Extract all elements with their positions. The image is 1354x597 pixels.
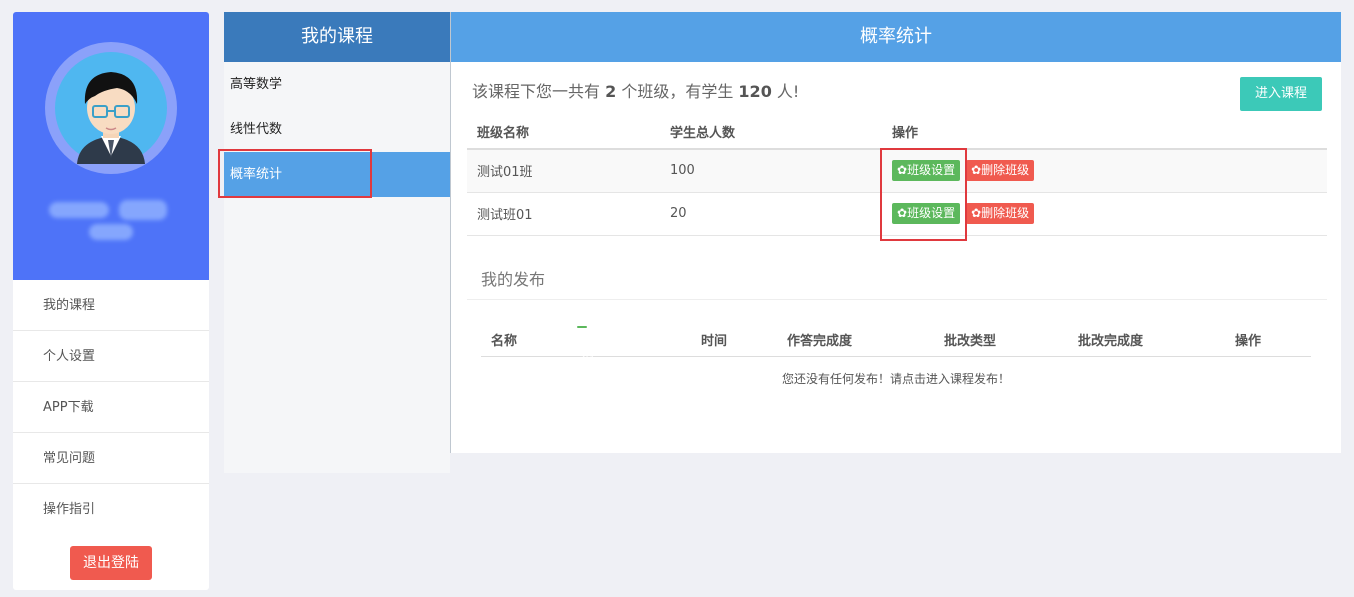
class-settings-label: 班级设置 — [907, 163, 956, 178]
course-item-linear-algebra[interactable]: 线性代数 — [224, 107, 450, 152]
gear-icon: ✿ — [971, 163, 982, 178]
publish-empty-message: 您还没有任何发布！请点击进入课程发布！ — [781, 372, 1010, 386]
class-settings-label: 班级设置 — [907, 206, 956, 220]
course-item-probability[interactable]: 概率统计 — [224, 152, 450, 197]
class-name-cell: 测试01班 — [467, 149, 660, 193]
col-publish-time: 时间 — [701, 334, 728, 349]
col-publish-operations: 操作 — [1235, 334, 1262, 349]
delete-class-button[interactable]: ✿删除班级 — [966, 160, 1035, 182]
class-summary: 该课程下您一共有 2 个班级，有学生 120 人! — [472, 78, 799, 102]
col-class-name: 班级名称 — [467, 115, 660, 150]
profile-header — [13, 12, 209, 280]
class-settings-button[interactable]: ✿班级设置 — [892, 203, 961, 224]
student-count-cell: 20 — [660, 192, 882, 236]
class-table: 班级名称 学生总人数 操作 测试01班 100 ✿班级设置 ✿删除班级 测试班01… — [467, 115, 1327, 236]
operations-cell: ✿班级设置 ✿删除班级 — [882, 149, 1327, 193]
delete-class-label: 删除班级 — [981, 206, 1030, 220]
my-publish-title: 我的发布 — [481, 270, 546, 289]
side-menu-personal-settings[interactable]: 个人设置 — [13, 331, 209, 382]
summary-mid: 个班级，有学生 — [616, 82, 739, 101]
class-settings-button[interactable]: ✿班级设置 — [892, 160, 961, 182]
publish-table-header: 名称 类型 ▾ 时间 作答完成度 批改类型 批改完成度 操作 — [481, 325, 1311, 364]
avatar — [45, 42, 177, 174]
course-detail-title: 概率统计 — [451, 12, 1341, 62]
col-student-count: 学生总人数 — [660, 115, 882, 150]
side-menu-faq[interactable]: 常见问题 — [13, 433, 209, 484]
caret-down-icon: ▾ — [582, 331, 589, 345]
summary-suffix: 人! — [771, 82, 800, 101]
summary-class-count: 2 — [605, 82, 617, 101]
summary-student-count: 120 — [738, 82, 772, 101]
col-grade-progress: 批改完成度 — [1078, 334, 1144, 349]
side-menu: 我的课程 个人设置 APP下载 常见问题 操作指引 — [13, 280, 209, 535]
col-grade-type: 批改类型 — [944, 334, 997, 349]
side-menu-app-download[interactable]: APP下载 — [13, 382, 209, 433]
class-table-header: 班级名称 学生总人数 操作 — [467, 115, 1327, 150]
gear-icon: ✿ — [897, 163, 908, 178]
table-row: 测试01班 100 ✿班级设置 ✿删除班级 — [467, 149, 1327, 193]
side-menu-guide[interactable]: 操作指引 — [13, 484, 209, 535]
student-count-cell: 100 — [660, 149, 882, 193]
enter-course-button[interactable]: 进入课程 — [1240, 77, 1322, 111]
class-name-cell: 测试班01 — [467, 192, 660, 236]
course-list-panel: 我的课程 高等数学 线性代数 概率统计 — [224, 12, 450, 473]
summary-prefix: 该课程下您一共有 — [472, 82, 606, 101]
course-list-title: 我的课程 — [224, 12, 450, 62]
col-operations: 操作 — [882, 115, 1327, 150]
divider — [467, 299, 1327, 300]
delete-class-label: 删除班级 — [981, 163, 1030, 178]
type-filter-dropdown[interactable]: 类型 ▾ — [577, 326, 594, 364]
blurred-username — [49, 202, 109, 218]
col-publish-name: 名称 — [491, 334, 518, 349]
profile-panel: 我的课程 个人设置 APP下载 常见问题 操作指引 退出登陆 — [13, 12, 209, 590]
gear-icon: ✿ — [897, 206, 908, 220]
operations-cell: ✿班级设置 ✿删除班级 — [882, 192, 1327, 236]
col-answer-progress: 作答完成度 — [787, 334, 853, 349]
side-menu-my-courses[interactable]: 我的课程 — [13, 280, 209, 331]
avatar-illustration-icon — [55, 52, 167, 164]
course-detail-panel: 概率统计 该课程下您一共有 2 个班级，有学生 120 人! 进入课程 班级名称… — [450, 12, 1341, 453]
course-item-advanced-math[interactable]: 高等数学 — [224, 62, 450, 107]
blurred-username-2 — [119, 200, 167, 220]
delete-class-button[interactable]: ✿删除班级 — [966, 203, 1035, 224]
blurred-school — [89, 224, 133, 240]
gear-icon: ✿ — [971, 206, 982, 220]
logout-button[interactable]: 退出登陆 — [70, 546, 152, 580]
table-row: 测试班01 20 ✿班级设置 ✿删除班级 — [467, 192, 1327, 236]
